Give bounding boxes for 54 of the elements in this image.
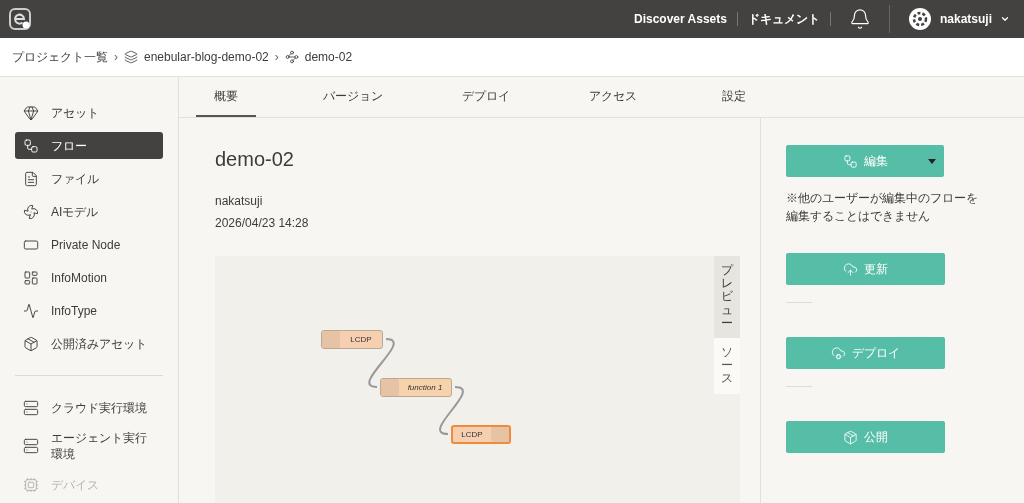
nav-link[interactable]: Discover Assets bbox=[624, 10, 737, 28]
user-menu[interactable]: nakatsuji bbox=[907, 7, 1016, 31]
sidebar-item[interactable]: クラウド実行環境 bbox=[15, 394, 163, 421]
caret-icon bbox=[928, 159, 936, 164]
tab[interactable]: デプロイ bbox=[450, 76, 522, 117]
sidebar-item[interactable]: InfoMotion bbox=[15, 264, 163, 291]
chip-icon bbox=[23, 476, 39, 493]
dashboard-icon bbox=[23, 269, 39, 286]
flow-icon bbox=[284, 50, 299, 64]
sidebar-item[interactable]: フロー bbox=[15, 132, 163, 159]
breadcrumb-separator: › bbox=[114, 49, 118, 66]
line-chart-icon bbox=[23, 302, 39, 319]
package-icon bbox=[23, 335, 39, 352]
sidebar-item[interactable]: エージェント実行環境 bbox=[15, 427, 163, 465]
breadcrumb-link[interactable]: プロジェクト一覧 bbox=[12, 48, 108, 66]
diamond-icon bbox=[23, 104, 39, 121]
package-icon bbox=[843, 429, 858, 445]
avatar-icon bbox=[907, 7, 932, 31]
cloud-upload-icon bbox=[843, 261, 858, 277]
flow-node[interactable]: LCDP bbox=[451, 425, 511, 444]
flow-icon bbox=[842, 153, 858, 169]
document-icon bbox=[23, 170, 39, 187]
tab[interactable]: バージョン bbox=[311, 76, 395, 117]
sidebar-item[interactable]: アセット bbox=[15, 99, 163, 126]
flow-title: demo-02 bbox=[215, 147, 295, 172]
flow-node[interactable]: LCDP bbox=[321, 330, 383, 349]
sidebar-item[interactable]: ファイル bbox=[15, 165, 163, 192]
nav-link[interactable]: ドキュメント bbox=[737, 10, 830, 28]
tab[interactable]: アクセス bbox=[577, 76, 649, 117]
sidebar-item[interactable]: 公開済みアセット bbox=[15, 330, 163, 357]
breadcrumb-separator: › bbox=[274, 49, 279, 66]
flow-icon bbox=[23, 137, 39, 154]
flow-node[interactable]: function 1 bbox=[380, 378, 452, 397]
view-tab[interactable]: ソース bbox=[714, 337, 740, 394]
bell-icon[interactable] bbox=[848, 8, 871, 30]
fan-icon bbox=[23, 203, 39, 220]
tab[interactable]: 概要 bbox=[196, 76, 256, 117]
sidebar-item[interactable]: Private Node bbox=[15, 231, 163, 258]
cloud-gear-icon bbox=[831, 345, 846, 361]
edit-note: ※他のユーザーが編集中のフローを編集することはできません bbox=[786, 190, 979, 225]
caret-icon bbox=[1000, 14, 1010, 24]
wire bbox=[439, 386, 464, 435]
sidebar-item[interactable]: AIモデル bbox=[15, 198, 163, 225]
updated-date: 2026/04/23 14:28 bbox=[215, 215, 310, 232]
logo-icon bbox=[8, 7, 32, 31]
breadcrumb-link[interactable]: demo-02 bbox=[304, 48, 353, 66]
view-tab[interactable]: プレビュー bbox=[714, 256, 740, 338]
sidebar-item[interactable]: InfoType bbox=[15, 297, 163, 324]
server-icon bbox=[23, 438, 39, 454]
tab[interactable]: 設定 bbox=[704, 76, 764, 117]
server-icon bbox=[23, 399, 39, 416]
breadcrumb-link[interactable]: enebular-blog-demo-02 bbox=[144, 48, 269, 66]
owner-name: nakatsuji bbox=[215, 193, 264, 210]
layers-icon bbox=[124, 50, 138, 64]
